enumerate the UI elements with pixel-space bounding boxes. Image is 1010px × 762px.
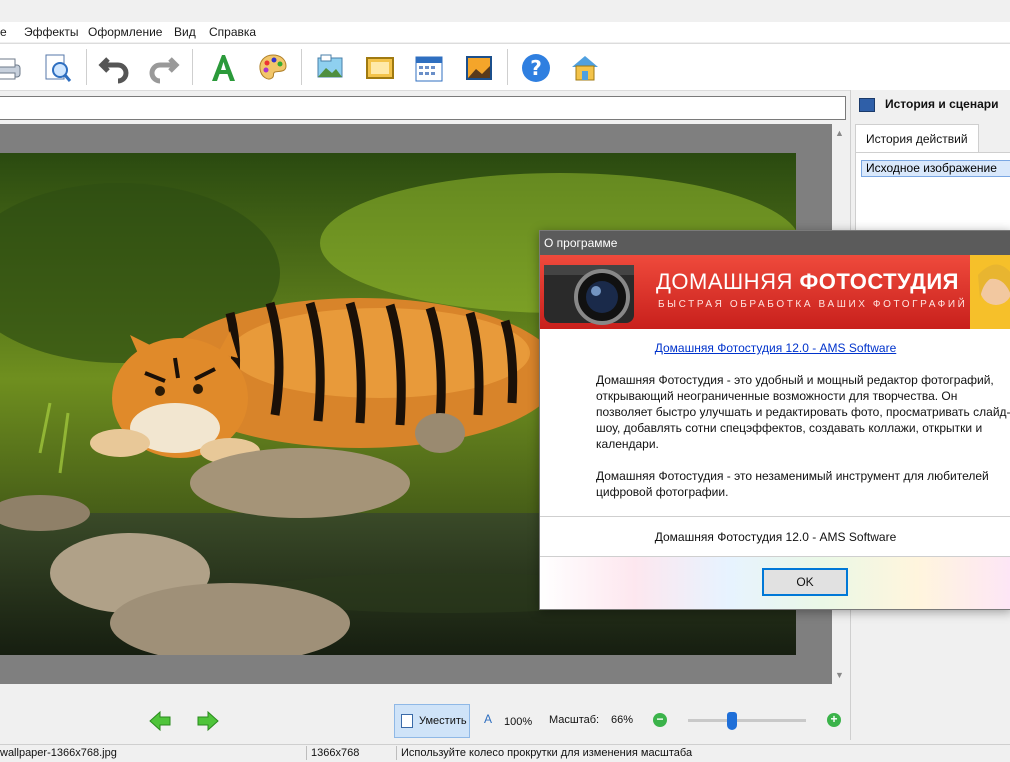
fit-label: Уместить bbox=[419, 715, 467, 727]
about-dialog: О программе ДОМАШНЯЯ ФОТОСТУДИЯ БЫСТРАЯ … bbox=[539, 230, 1010, 610]
actual-size-icon[interactable]: A bbox=[484, 712, 492, 726]
zoom-in-icon[interactable]: + bbox=[827, 713, 841, 727]
home-icon[interactable] bbox=[568, 51, 602, 85]
palette-icon[interactable] bbox=[256, 51, 290, 85]
zoom-out-icon[interactable]: − bbox=[653, 713, 667, 727]
camera-icon bbox=[544, 265, 634, 325]
menu-view[interactable]: Вид bbox=[174, 25, 196, 39]
next-arrow-icon[interactable] bbox=[196, 710, 220, 735]
history-item[interactable]: Исходное изображение bbox=[861, 160, 1010, 177]
zoom-slider-thumb[interactable] bbox=[726, 712, 737, 730]
image-adjust-icon[interactable] bbox=[313, 51, 347, 85]
svg-text:?: ? bbox=[530, 56, 542, 80]
bottom-toolbar: Уместить A 100% Масштаб: 66% − + bbox=[0, 700, 848, 742]
preview-icon[interactable] bbox=[40, 51, 74, 85]
toolbar: ? bbox=[0, 43, 1010, 91]
calendar-icon[interactable] bbox=[412, 51, 446, 85]
zoom-slider[interactable] bbox=[688, 719, 806, 722]
tab-history[interactable]: История действий bbox=[855, 124, 979, 152]
portrait-image bbox=[970, 255, 1010, 329]
status-hint: Используйте колесо прокрутки для изменен… bbox=[401, 747, 693, 759]
dialog-banner: ДОМАШНЯЯ ФОТОСТУДИЯ БЫСТРАЯ ОБРАБОТКА ВА… bbox=[540, 255, 1010, 329]
zoom-value: 66% bbox=[611, 714, 634, 726]
zoom-label: Масштаб: bbox=[549, 714, 600, 726]
fit-page-icon bbox=[401, 714, 413, 728]
dialog-link[interactable]: Домашняя Фотостудия 12.0 - AMS Software bbox=[540, 341, 1010, 355]
scroll-down-icon[interactable]: ▼ bbox=[835, 670, 844, 680]
menu-design[interactable]: Оформление bbox=[88, 25, 162, 39]
dialog-footer: Домашняя Фотостудия 12.0 - AMS Software bbox=[654, 530, 897, 544]
menu-effects[interactable]: Эффекты bbox=[24, 25, 79, 39]
fit-button[interactable]: Уместить bbox=[394, 704, 470, 738]
menu-bar: е Эффекты Оформление Вид Справка bbox=[0, 22, 1010, 42]
actual-size-label[interactable]: 100% bbox=[504, 716, 532, 728]
brand-subtitle: БЫСТРАЯ ОБРАБОТКА ВАШИХ ФОТОГРАФИЙ bbox=[658, 299, 968, 310]
previous-arrow-icon[interactable] bbox=[148, 710, 172, 735]
status-bar: wallpaper-1366x768.jpg 1366x768 Использу… bbox=[0, 744, 1010, 762]
text-icon[interactable] bbox=[206, 51, 240, 85]
panel-title: История и сценари bbox=[885, 97, 999, 111]
landscape-icon[interactable] bbox=[462, 51, 496, 85]
redo-icon[interactable] bbox=[146, 51, 180, 85]
ok-button[interactable]: OK bbox=[762, 568, 848, 596]
panel-window-icon bbox=[859, 98, 875, 112]
status-dimensions: 1366x768 bbox=[311, 747, 360, 759]
status-file: wallpaper-1366x768.jpg bbox=[0, 747, 117, 759]
dialog-title: О программе bbox=[540, 231, 1010, 255]
dialog-paragraph-2: Домашняя Фотостудия - это незаменимый ин… bbox=[596, 469, 989, 499]
dialog-paragraph-1: Домашняя Фотостудия - это удобный и мощн… bbox=[596, 373, 1010, 451]
path-field[interactable] bbox=[0, 96, 846, 120]
menu-help[interactable]: Справка bbox=[209, 25, 256, 39]
menu-file[interactable]: е bbox=[0, 25, 7, 39]
help-icon[interactable]: ? bbox=[519, 51, 553, 85]
frame-icon[interactable] bbox=[363, 51, 397, 85]
dialog-description: Домашняя Фотостудия - это удобный и мощн… bbox=[596, 372, 1010, 516]
scroll-up-icon[interactable]: ▲ bbox=[835, 128, 844, 138]
undo-icon[interactable] bbox=[98, 51, 132, 85]
brand-name: ДОМАШНЯЯ ФОТОСТУДИЯ bbox=[656, 269, 959, 294]
print-icon[interactable] bbox=[0, 51, 24, 85]
